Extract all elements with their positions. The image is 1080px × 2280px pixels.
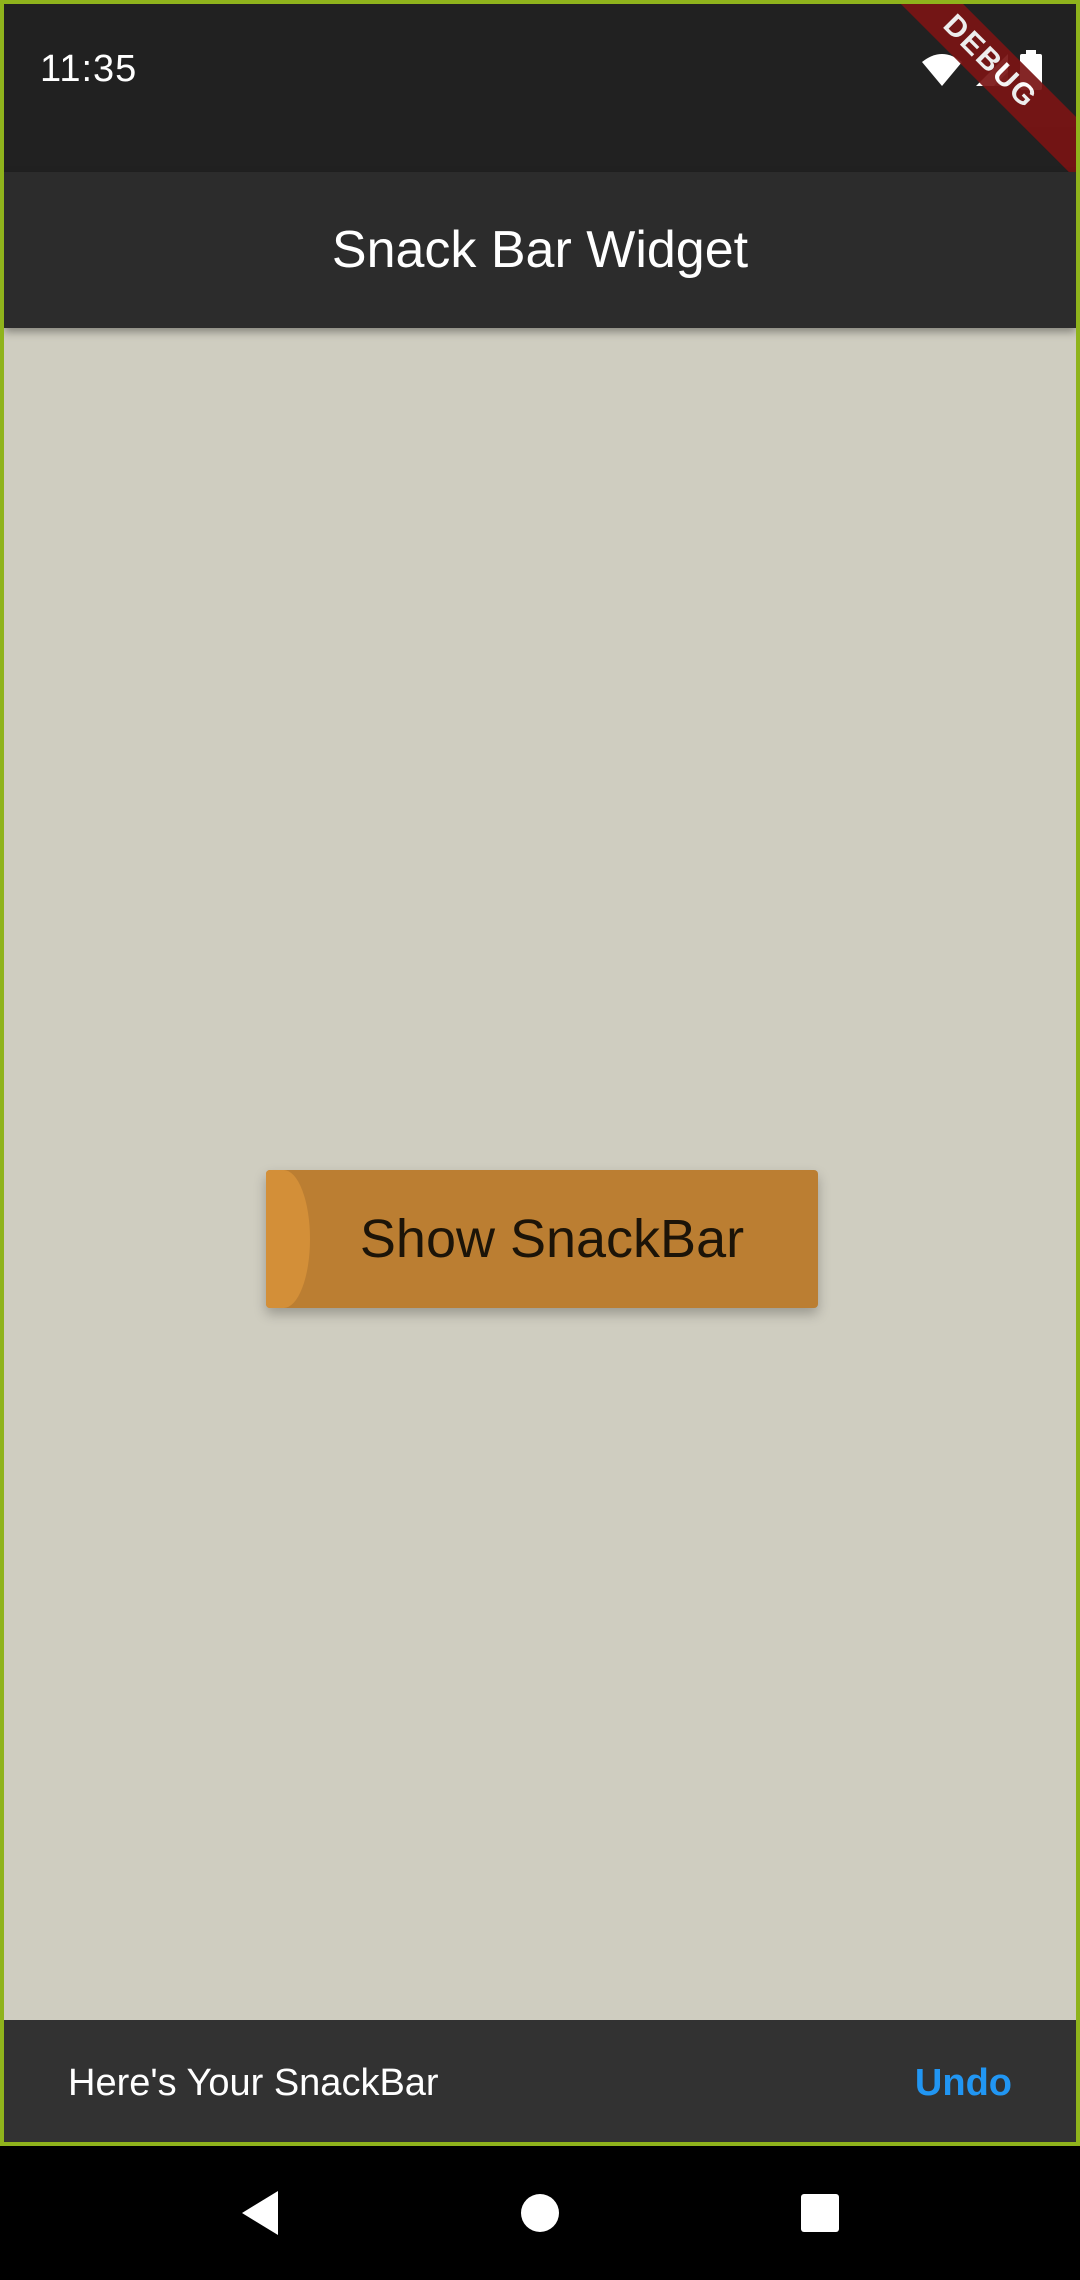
snackbar: Here's Your SnackBar Undo	[4, 2020, 1076, 2142]
app-screen: 11:35 DEBUG Snack Bar Widget Show SnackB…	[0, 0, 1080, 2146]
home-icon	[521, 2194, 559, 2232]
status-bar: 11:35 DEBUG	[4, 4, 1076, 184]
nav-recents-button[interactable]	[775, 2168, 865, 2258]
navigation-bar	[0, 2146, 1080, 2280]
snackbar-message: Here's Your SnackBar	[68, 2061, 439, 2104]
nav-home-button[interactable]	[495, 2168, 585, 2258]
app-bar-title: Snack Bar Widget	[331, 221, 749, 279]
body-area: Show SnackBar	[4, 328, 1076, 2020]
app-bar: Snack Bar Widget	[4, 172, 1076, 328]
snackbar-undo-button[interactable]: Undo	[915, 2062, 1012, 2105]
button-ripple	[266, 1170, 310, 1308]
nav-back-button[interactable]	[215, 2168, 305, 2258]
recents-icon	[801, 2194, 839, 2232]
debug-banner: DEBUG	[868, 4, 1076, 184]
back-icon	[242, 2191, 278, 2235]
status-time: 11:35	[40, 48, 138, 90]
show-snackbar-button-label: Show SnackBar	[359, 1209, 745, 1269]
show-snackbar-button[interactable]: Show SnackBar	[266, 1170, 818, 1308]
